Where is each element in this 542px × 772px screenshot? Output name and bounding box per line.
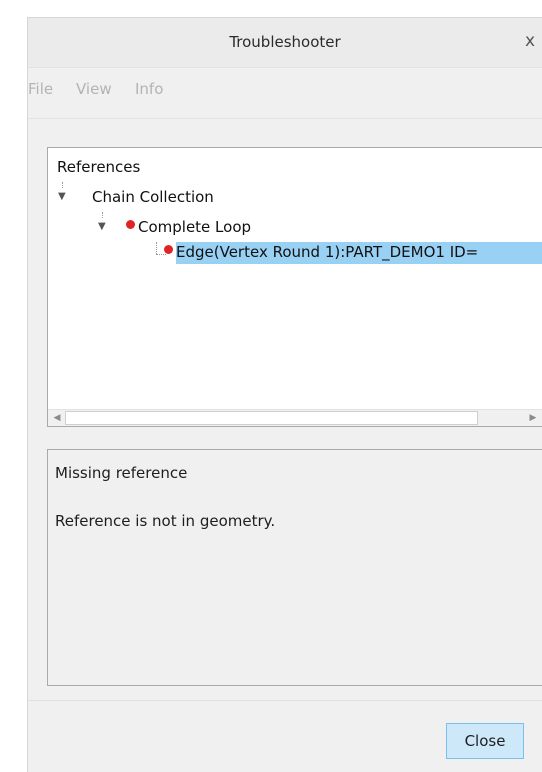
scroll-left-icon[interactable]: ◀ [49, 411, 65, 425]
menu-view[interactable]: View [76, 80, 112, 98]
error-dot-icon [164, 245, 173, 254]
menu-file[interactable]: File [28, 80, 53, 98]
expand-arrow-icon[interactable]: ▼ [98, 221, 106, 232]
expand-arrow-icon[interactable]: ▼ [58, 191, 66, 202]
footer-divider [28, 700, 542, 701]
tree-connector [156, 242, 157, 254]
menu-info[interactable]: Info [135, 80, 163, 98]
tree-node-label: Edge(Vertex Round 1):PART_DEMO1 ID= [176, 243, 479, 261]
horizontal-scrollbar[interactable]: ◀ ▶ [48, 409, 542, 426]
menu-bar: File View Info [28, 68, 542, 112]
error-dot-icon [126, 220, 135, 229]
menu-divider [28, 118, 542, 119]
window-title: Troubleshooter [229, 33, 341, 51]
tree-root-label[interactable]: References [57, 158, 140, 176]
tree-node-chain-collection[interactable]: Chain Collection [92, 188, 214, 206]
troubleshooter-window: Troubleshooter x File View Info Referenc… [27, 17, 542, 772]
scrollbar-thumb[interactable] [65, 411, 478, 425]
tree-node-label: Complete Loop [138, 218, 252, 236]
message-panel: Missing reference Reference is not in ge… [47, 449, 542, 686]
close-icon[interactable]: x [518, 29, 542, 53]
references-tree[interactable]: References ▼ Chain Collection ▼ Complete… [47, 147, 542, 427]
tree-connector [62, 182, 63, 188]
message-detail: Reference is not in geometry. [55, 512, 276, 530]
tree-node-complete-loop[interactable]: Complete Loop [126, 218, 251, 236]
message-title: Missing reference [55, 464, 188, 482]
close-button[interactable]: Close [446, 723, 524, 759]
tree-connector [102, 212, 103, 218]
scroll-right-icon[interactable]: ▶ [525, 411, 541, 425]
title-bar[interactable]: Troubleshooter x [28, 18, 542, 68]
tree-node-edge[interactable]: Edge(Vertex Round 1):PART_DEMO1 ID= [164, 243, 478, 261]
